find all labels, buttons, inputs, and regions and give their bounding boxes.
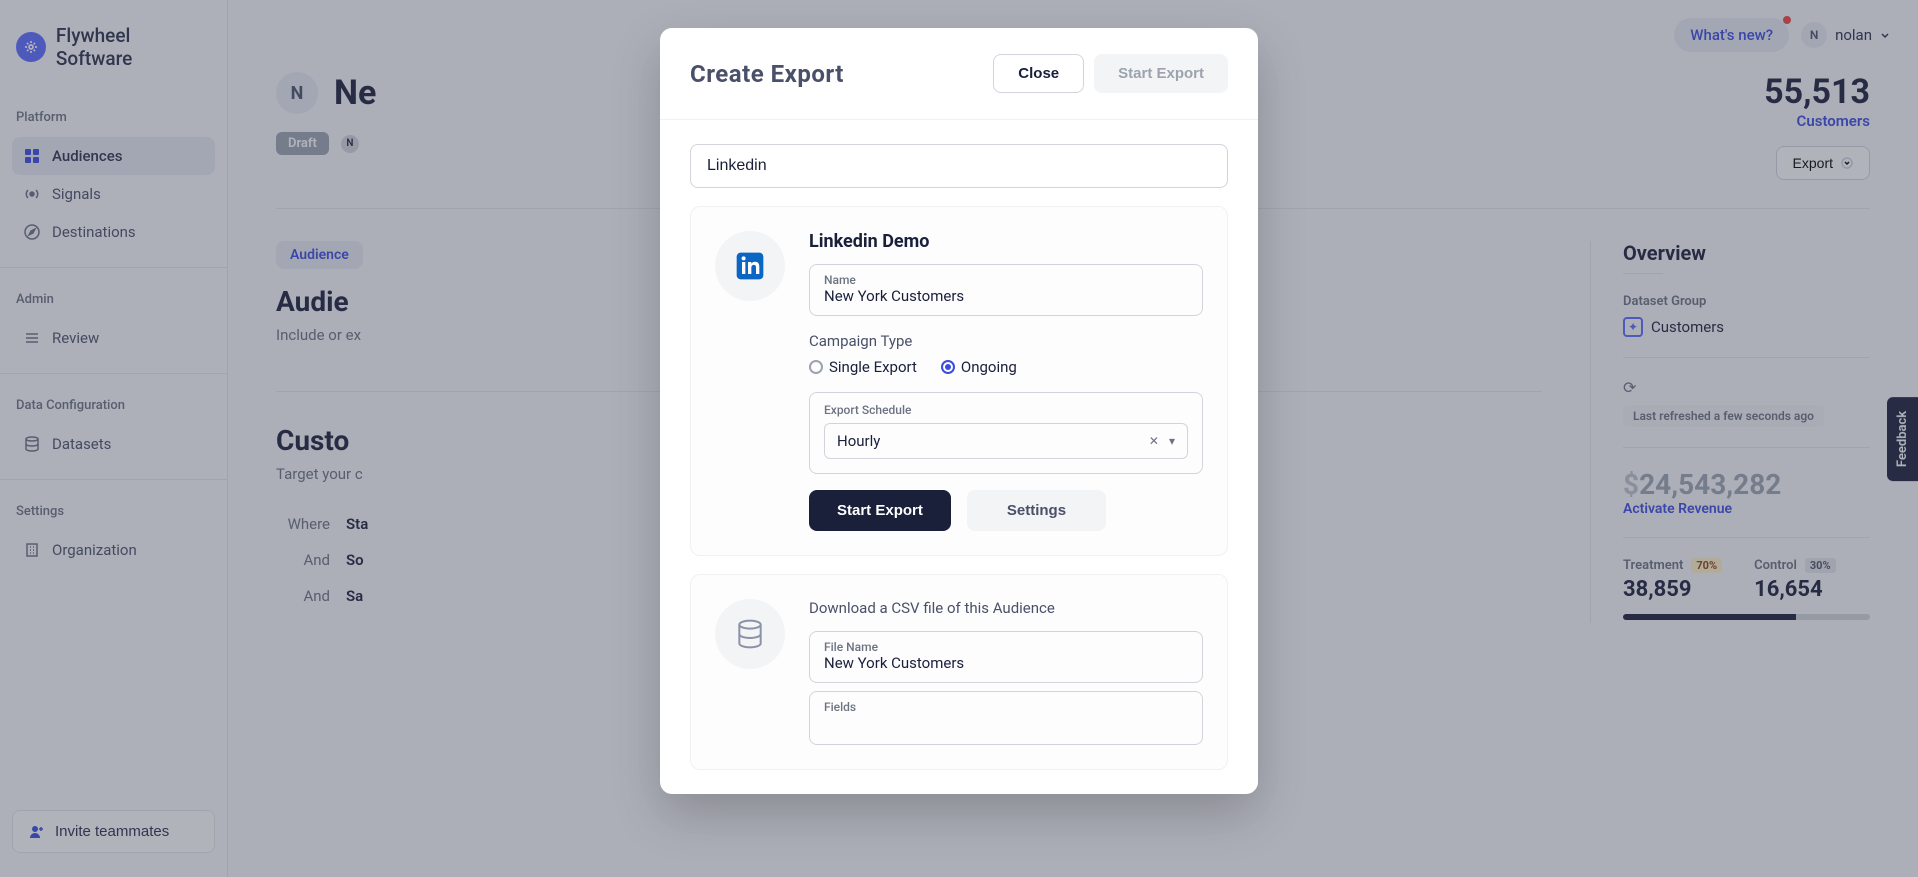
campaign-type-label: Campaign Type bbox=[809, 332, 1203, 350]
linkedin-demo-title: Linkedin Demo bbox=[809, 231, 1203, 252]
radio-ongoing[interactable]: Ongoing bbox=[941, 358, 1017, 376]
settings-button[interactable]: Settings bbox=[967, 490, 1106, 531]
start-export-top-button: Start Export bbox=[1094, 54, 1228, 93]
create-export-modal: Create Export Close Start Export Linkedi… bbox=[660, 28, 1258, 794]
csv-description: Download a CSV file of this Audience bbox=[809, 599, 1203, 617]
export-schedule-field: Export Schedule Hourly ✕ ▾ bbox=[809, 392, 1203, 474]
csv-database-icon bbox=[715, 599, 785, 669]
schedule-select[interactable]: Hourly ✕ ▾ bbox=[824, 423, 1188, 459]
linkedin-card: Linkedin Demo Name New York Customers Ca… bbox=[690, 206, 1228, 556]
csv-card: Download a CSV file of this Audience Fil… bbox=[690, 574, 1228, 770]
radio-icon bbox=[941, 360, 955, 374]
modal-title: Create Export bbox=[690, 60, 844, 88]
name-field[interactable]: Name New York Customers bbox=[809, 264, 1203, 316]
search-input[interactable] bbox=[690, 144, 1228, 188]
file-name-field[interactable]: File Name New York Customers bbox=[809, 631, 1203, 683]
close-button[interactable]: Close bbox=[993, 54, 1084, 93]
clear-icon[interactable]: ✕ bbox=[1149, 434, 1159, 448]
chevron-down-icon[interactable]: ▾ bbox=[1169, 434, 1175, 448]
start-export-button[interactable]: Start Export bbox=[809, 490, 951, 531]
radio-icon bbox=[809, 360, 823, 374]
fields-field[interactable]: Fields bbox=[809, 691, 1203, 745]
modal-backdrop[interactable]: Create Export Close Start Export Linkedi… bbox=[0, 0, 1918, 877]
linkedin-icon bbox=[715, 231, 785, 301]
radio-single-export[interactable]: Single Export bbox=[809, 358, 917, 376]
